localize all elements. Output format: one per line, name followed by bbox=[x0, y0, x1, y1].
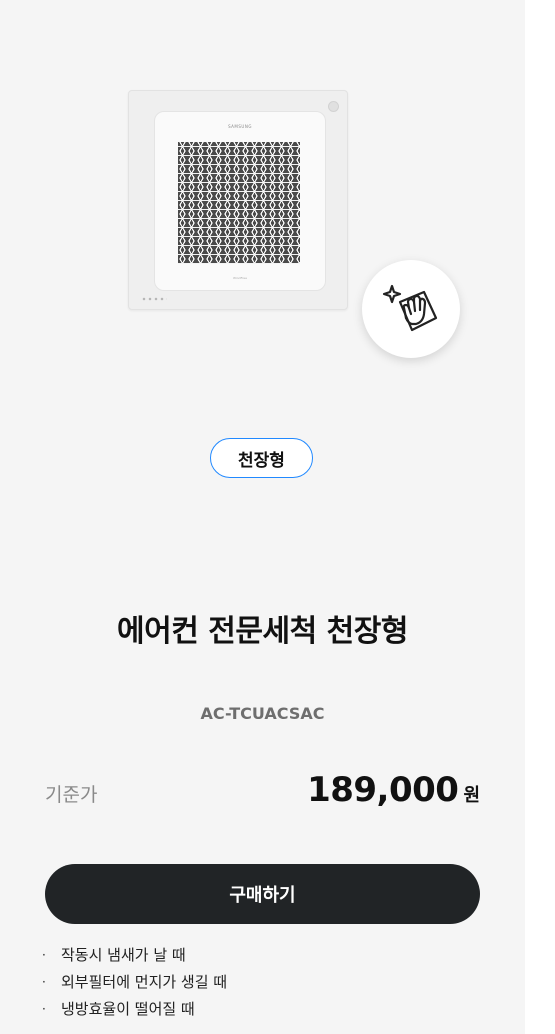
price-amount: 189,000 bbox=[307, 770, 459, 810]
cleaning-badge bbox=[362, 260, 460, 358]
model-code: AC-TCUACSAC bbox=[200, 704, 325, 723]
unit-grille bbox=[178, 142, 300, 264]
indicator-leds bbox=[141, 297, 167, 301]
cleaning-hand-icon bbox=[382, 284, 438, 332]
product-title: 에어컨 전문세척 천장형 bbox=[117, 614, 408, 649]
list-item: · 작동시 냄새가 날 때 bbox=[42, 943, 227, 970]
buy-button[interactable]: 구매하기 bbox=[45, 864, 480, 924]
category-chip[interactable]: 천장형 bbox=[210, 438, 313, 478]
price-currency: 원 bbox=[463, 785, 480, 806]
unit-brand-logo: SAMSUNG bbox=[228, 124, 252, 129]
ceiling-unit-face: SAMSUNG WindFree bbox=[154, 111, 326, 291]
list-item: · 냉방효율이 떨어질 때 bbox=[42, 997, 227, 1024]
product-image: SAMSUNG WindFree bbox=[128, 90, 348, 310]
list-item-text: 작동시 냄새가 날 때 bbox=[61, 946, 186, 964]
price-label: 기준가 bbox=[45, 784, 98, 806]
ceiling-unit-panel: SAMSUNG WindFree bbox=[128, 90, 348, 310]
unit-sub-logo: WindFree bbox=[233, 276, 247, 280]
list-item-text: 냉방효율이 떨어질 때 bbox=[61, 1000, 195, 1018]
bullet: · bbox=[42, 948, 46, 962]
price: 189,000 원 bbox=[307, 770, 480, 810]
product-card: SAMSUNG WindFree 천장형 에어컨 전문세척 천장형 AC-TCU… bbox=[0, 0, 525, 1034]
list-item-text: 외부필터에 먼지가 생길 때 bbox=[61, 973, 228, 991]
symptom-list: · 작동시 냄새가 날 때 · 외부필터에 먼지가 생길 때 · 냉방효율이 떨… bbox=[42, 943, 227, 1024]
bullet: · bbox=[42, 975, 46, 989]
sensor-dot bbox=[328, 101, 339, 112]
list-item: · 외부필터에 먼지가 생길 때 bbox=[42, 970, 227, 997]
bullet: · bbox=[42, 1002, 46, 1016]
